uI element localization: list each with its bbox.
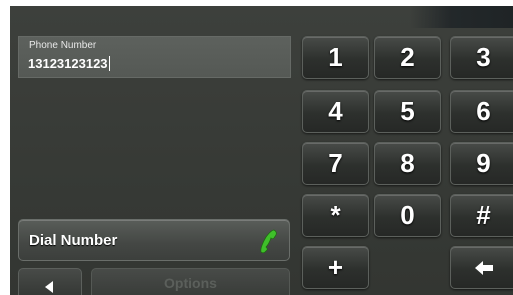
text-cursor [108,56,110,71]
key-2[interactable]: 2 [374,36,441,79]
phone-number-value-row[interactable]: 13123123123 [28,56,110,71]
dial-number-label: Dial Number [29,232,118,249]
phone-number-field[interactable]: Phone Number 13123123123 [18,36,291,78]
phone-number-value: 13123123123 [28,56,108,71]
key-4[interactable]: 4 [302,90,369,133]
key-9[interactable]: 9 [450,142,513,185]
top-right-glare [410,6,513,28]
options-button[interactable]: Options [91,268,290,295]
key-6[interactable]: 6 [450,90,513,133]
key-5[interactable]: 5 [374,90,441,133]
backspace-button[interactable] [450,246,513,289]
phone-number-label: Phone Number [29,40,97,51]
options-label: Options [164,275,217,291]
back-arrow-icon [45,281,53,293]
back-button[interactable] [18,268,82,295]
key-7[interactable]: 7 [302,142,369,185]
dialer-screen: Phone Number 13123123123 1 2 3 4 5 6 7 8… [10,6,513,295]
key-0[interactable]: 0 [374,194,441,237]
phone-icon [260,229,277,254]
dial-number-button[interactable]: Dial Number [18,219,290,261]
key-star[interactable]: * [302,194,369,237]
backspace-arrow-icon [474,260,493,275]
key-8[interactable]: 8 [374,142,441,185]
key-plus[interactable]: + [302,246,369,289]
key-hash[interactable]: # [450,194,513,237]
key-1[interactable]: 1 [302,36,369,79]
key-3[interactable]: 3 [450,36,513,79]
